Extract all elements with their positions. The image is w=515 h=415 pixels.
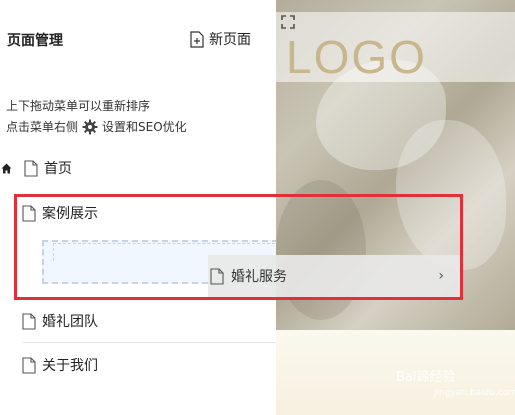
add-page-icon	[190, 30, 204, 48]
reorder-hint: 上下拖动菜单可以重新排序	[6, 99, 151, 113]
preview-header: LOGO	[276, 12, 515, 83]
settings-hint-prefix: 点击菜单右侧	[6, 120, 79, 134]
page-icon	[22, 312, 36, 330]
page-icon	[22, 356, 36, 374]
page-item-home[interactable]: 首页	[24, 158, 72, 178]
site-logo: LOGO	[286, 31, 427, 83]
panel-title: 页面管理	[7, 33, 63, 49]
new-page-button[interactable]: 新页面	[190, 29, 251, 49]
highlight-frame	[14, 194, 463, 300]
new-page-label: 新页面	[209, 32, 251, 48]
settings-hint: 点击菜单右侧 设置和SEO优化	[6, 118, 187, 135]
page-item-label: 关于我们	[42, 358, 98, 374]
watermark-logo: Bai蹄经验	[396, 370, 456, 385]
page-item-team[interactable]: 婚礼团队	[22, 311, 98, 331]
expand-icon[interactable]	[281, 15, 295, 29]
page-item-label: 婚礼团队	[42, 314, 98, 330]
settings-hint-suffix: 设置和SEO优化	[102, 120, 187, 134]
page-icon	[24, 159, 38, 177]
divider	[22, 342, 276, 343]
page-item-label: 首页	[44, 161, 72, 177]
gear-icon	[82, 119, 98, 134]
watermark-url: jingyan.baidu.com	[434, 388, 515, 398]
page-item-about[interactable]: 关于我们	[22, 355, 98, 375]
home-icon	[1, 163, 12, 174]
